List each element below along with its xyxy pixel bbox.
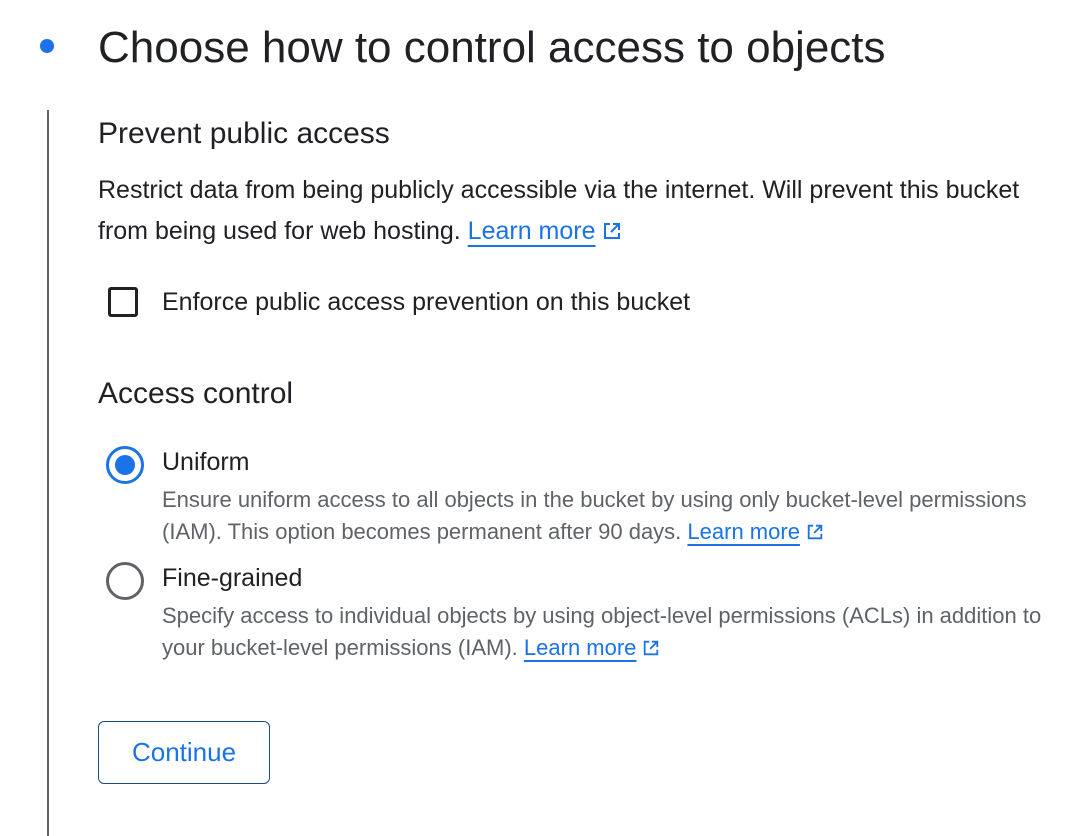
- learn-more-link-label: Learn more: [687, 519, 800, 544]
- uniform-description: Ensure uniform access to all objects in …: [162, 484, 1058, 548]
- uniform-description-text: Ensure uniform access to all objects in …: [162, 487, 1027, 544]
- step-title[interactable]: Choose how to control access to objects: [98, 20, 886, 76]
- external-link-icon[interactable]: [602, 221, 622, 241]
- step-connector-line: [47, 110, 49, 836]
- external-link-icon[interactable]: [642, 639, 660, 657]
- prevent-public-access-heading: Prevent public access: [98, 117, 390, 150]
- learn-more-link-fine-grained[interactable]: Learn more: [524, 635, 637, 660]
- create-bucket-step: Choose how to control access to objects …: [0, 0, 1074, 836]
- access-control-option-fine-grained[interactable]: Fine-grained Specify access to individua…: [98, 560, 1058, 664]
- step-indicator-dot: [40, 39, 54, 53]
- enforce-public-access-prevention-checkbox[interactable]: [108, 287, 138, 317]
- fine-grained-label[interactable]: Fine-grained: [162, 560, 1058, 596]
- access-control-heading: Access control: [98, 377, 294, 410]
- uniform-label[interactable]: Uniform: [162, 444, 1058, 480]
- continue-button[interactable]: Continue: [98, 721, 270, 784]
- access-control-option-uniform[interactable]: Uniform Ensure uniform access to all obj…: [98, 444, 1058, 548]
- fine-grained-radio-button[interactable]: [106, 562, 144, 600]
- enforce-public-access-prevention-label[interactable]: Enforce public access prevention on this…: [162, 286, 690, 318]
- learn-more-link-label: Learn more: [467, 217, 596, 245]
- enforce-public-access-prevention-row[interactable]: Enforce public access prevention on this…: [98, 276, 1058, 328]
- access-control-radio-group: Uniform Ensure uniform access to all obj…: [98, 444, 1058, 664]
- uniform-radio-button[interactable]: [106, 446, 144, 484]
- learn-more-link-label: Learn more: [523, 635, 637, 660]
- learn-more-link-public-access[interactable]: Learn more: [468, 217, 596, 245]
- external-link-icon[interactable]: [806, 523, 824, 541]
- fine-grained-description: Specify access to individual objects by …: [162, 600, 1058, 664]
- prevent-public-access-description: Restrict data from being publicly access…: [98, 170, 1058, 252]
- learn-more-link-uniform[interactable]: Learn more: [687, 519, 800, 544]
- step-content: Prevent public access Restrict data from…: [98, 112, 1058, 676]
